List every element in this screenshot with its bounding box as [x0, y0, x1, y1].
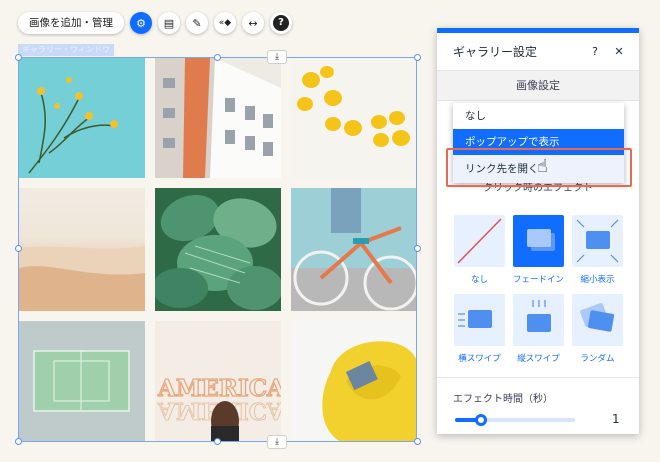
swipe-horizontal-icon — [454, 294, 505, 346]
effect-label: ランダム — [580, 354, 615, 364]
resize-handle-top-right[interactable] — [414, 54, 421, 61]
effect-duration-value: 1 — [612, 412, 620, 426]
divider — [437, 377, 639, 378]
animation-button[interactable]: «◆ — [214, 12, 236, 34]
stretch-button[interactable]: ↔ — [242, 12, 264, 34]
effect-option-swipe-vertical[interactable]: 縦スワイプ — [513, 294, 564, 364]
shrink-icon — [572, 215, 623, 267]
download-icon[interactable]: ⤓ — [267, 50, 287, 64]
stretch-icon: ↔ — [248, 16, 258, 30]
element-toolbar: 画像を追加・管理 ⚙ ▤ ✎ «◆ ↔ ? — [18, 12, 292, 34]
dropdown-option-none[interactable]: なし — [453, 103, 624, 129]
swipe-vertical-icon — [513, 294, 564, 346]
hand-cursor-icon: ☝ — [537, 156, 548, 177]
effect-option-none[interactable]: なし — [454, 215, 505, 285]
resize-handle-bottom-right[interactable] — [414, 438, 421, 445]
effect-label: なし — [470, 275, 488, 285]
download-icon[interactable]: ⤓ — [267, 435, 287, 449]
resize-handle-right[interactable] — [414, 245, 421, 252]
gear-icon: ⚙ — [136, 16, 146, 30]
panel-header: ギャラリー設定 ? ✕ — [437, 33, 639, 71]
effect-label: 横スワイプ — [458, 354, 501, 364]
resize-handle-bottom-left[interactable] — [15, 438, 22, 445]
close-icon[interactable]: ✕ — [611, 45, 627, 58]
effect-option-swipe-horizontal[interactable]: 横スワイプ — [454, 294, 505, 364]
effect-option-fade-in[interactable]: フェードイン — [513, 215, 564, 285]
section-title: 画像設定 — [437, 71, 639, 101]
animation-icon: «◆ — [218, 18, 232, 28]
none-effect-icon — [454, 215, 505, 267]
effect-label: 縦スワイプ — [517, 354, 560, 364]
panel-title: ギャラリー設定 — [453, 45, 538, 59]
gallery-frame-label: ギャラリー・ウィンドウ — [18, 44, 114, 56]
help-icon[interactable]: ? — [587, 45, 603, 58]
effect-option-shrink[interactable]: 縮小表示 — [572, 215, 623, 285]
add-manage-images-button[interactable]: 画像を追加・管理 — [18, 12, 124, 34]
layout-icon: ▤ — [163, 16, 175, 30]
settings-button[interactable]: ⚙ — [130, 12, 152, 34]
help-icon: ? — [273, 15, 289, 31]
resize-handle-left[interactable] — [15, 245, 22, 252]
effect-duration-label: エフェクト時間（秒） — [453, 394, 553, 405]
resize-handle-bottom[interactable] — [214, 438, 221, 445]
effect-duration-slider[interactable] — [455, 414, 575, 426]
layout-button[interactable]: ▤ — [158, 12, 180, 34]
resize-handle-top-left[interactable] — [15, 54, 22, 61]
design-button[interactable]: ✎ — [186, 12, 208, 34]
effect-label: フェードイン — [513, 275, 565, 285]
brush-icon: ✎ — [192, 16, 202, 30]
resize-handle-top[interactable] — [214, 54, 221, 61]
effect-label: 縮小表示 — [580, 275, 615, 285]
help-button[interactable]: ? — [270, 12, 292, 34]
gallery-selection-frame[interactable] — [18, 57, 417, 442]
random-icon — [572, 294, 623, 346]
fade-in-icon — [513, 215, 564, 267]
effect-option-random[interactable]: ランダム — [572, 294, 623, 364]
